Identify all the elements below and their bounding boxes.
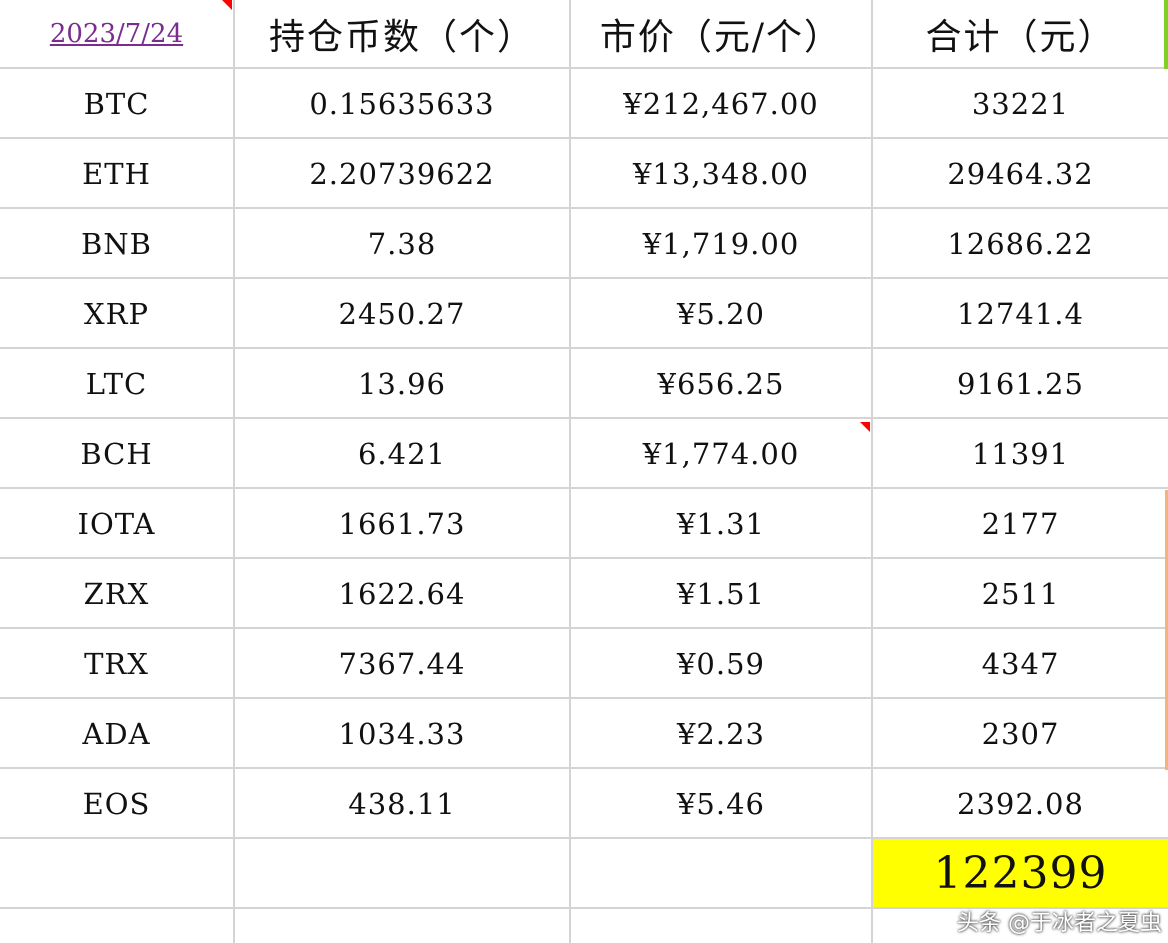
empty-cell[interactable]: [235, 840, 569, 909]
col-header-price[interactable]: 市价（元/个）: [571, 0, 871, 69]
total-cell[interactable]: 12686.22: [873, 210, 1168, 279]
total-cell[interactable]: 2511: [873, 560, 1168, 629]
amount-cell[interactable]: 1661.73: [235, 490, 569, 559]
empty-cell[interactable]: [235, 910, 569, 943]
total-cell[interactable]: 9161.25: [873, 350, 1168, 419]
date-link[interactable]: 2023/7/24: [50, 19, 183, 49]
table-row: BNB 7.38 ¥1,719.00 12686.22: [0, 210, 1168, 280]
coin-cell[interactable]: ADA: [0, 700, 233, 769]
coin-cell[interactable]: EOS: [0, 770, 233, 839]
price-cell[interactable]: ¥1,719.00: [571, 210, 871, 279]
price-cell[interactable]: ¥0.59: [571, 630, 871, 699]
amount-cell[interactable]: 2.20739622: [235, 140, 569, 209]
amount-cell[interactable]: 1034.33: [235, 700, 569, 769]
coin-cell[interactable]: TRX: [0, 630, 233, 699]
total-cell[interactable]: 11391: [873, 420, 1168, 489]
empty-cell[interactable]: [0, 910, 233, 943]
total-cell[interactable]: 33221: [873, 70, 1168, 139]
coin-cell[interactable]: BNB: [0, 210, 233, 279]
col-header-total[interactable]: 合计（元）: [873, 0, 1168, 69]
empty-cell[interactable]: [0, 840, 233, 909]
total-cell[interactable]: 2307: [873, 700, 1168, 769]
total-cell[interactable]: 12741.4: [873, 280, 1168, 349]
price-cell[interactable]: ¥1.31: [571, 490, 871, 559]
amount-cell[interactable]: 0.15635633: [235, 70, 569, 139]
total-cell[interactable]: 2392.08: [873, 770, 1168, 839]
coin-cell[interactable]: LTC: [0, 350, 233, 419]
coin-cell[interactable]: ZRX: [0, 560, 233, 629]
watermark-text: 头条 @于冰者之夏虫: [957, 911, 1162, 936]
column-divider: [233, 0, 235, 943]
total-cell[interactable]: 29464.32: [873, 140, 1168, 209]
col-header-amount[interactable]: 持仓币数（个）: [235, 0, 569, 69]
table-row: XRP 2450.27 ¥5.20 12741.4: [0, 280, 1168, 350]
comment-marker-icon[interactable]: [222, 0, 232, 10]
total-cell[interactable]: 4347: [873, 630, 1168, 699]
table-row: EOS 438.11 ¥5.46 2392.08: [0, 770, 1168, 840]
table-row: ETH 2.20739622 ¥13,348.00 29464.32: [0, 140, 1168, 210]
column-divider: [871, 0, 873, 943]
table-row: BCH 6.421 ¥1,774.00 11391: [0, 420, 1168, 490]
table-row: ZRX 1622.64 ¥1.51 2511: [0, 560, 1168, 630]
price-cell[interactable]: ¥1,774.00: [571, 420, 871, 489]
amount-cell[interactable]: 6.421: [235, 420, 569, 489]
price-cell[interactable]: ¥1.51: [571, 560, 871, 629]
amount-cell[interactable]: 1622.64: [235, 560, 569, 629]
price-cell[interactable]: ¥13,348.00: [571, 140, 871, 209]
header-row: 2023/7/24 持仓币数（个） 市价（元/个） 合计（元）: [0, 0, 1168, 70]
spreadsheet-grid: 2023/7/24 持仓币数（个） 市价（元/个） 合计（元） BTC 0.15…: [0, 0, 1168, 943]
table-row: IOTA 1661.73 ¥1.31 2177: [0, 490, 1168, 560]
grand-total-cell[interactable]: 122399: [873, 839, 1168, 909]
price-cell[interactable]: ¥5.46: [571, 770, 871, 839]
coin-cell[interactable]: IOTA: [0, 490, 233, 559]
coin-cell[interactable]: BCH: [0, 420, 233, 489]
empty-cell[interactable]: [571, 910, 871, 943]
table-row: LTC 13.96 ¥656.25 9161.25: [0, 350, 1168, 420]
price-cell[interactable]: ¥2.23: [571, 700, 871, 769]
amount-cell[interactable]: 7.38: [235, 210, 569, 279]
table-row: BTC 0.15635633 ¥212,467.00 33221: [0, 70, 1168, 140]
amount-cell[interactable]: 2450.27: [235, 280, 569, 349]
total-row: 122399: [0, 839, 1168, 910]
table-row: ADA 1034.33 ¥2.23 2307: [0, 700, 1168, 770]
empty-cell[interactable]: [571, 840, 871, 909]
amount-cell[interactable]: 13.96: [235, 350, 569, 419]
price-cell[interactable]: ¥5.20: [571, 280, 871, 349]
coin-cell[interactable]: XRP: [0, 280, 233, 349]
date-cell[interactable]: 2023/7/24: [0, 0, 233, 69]
comment-marker-icon[interactable]: [860, 422, 870, 432]
selection-edge-indicator: [1164, 0, 1168, 69]
amount-cell[interactable]: 438.11: [235, 770, 569, 839]
total-cell[interactable]: 2177: [873, 490, 1168, 559]
table-row: TRX 7367.44 ¥0.59 4347: [0, 630, 1168, 700]
amount-cell[interactable]: 7367.44: [235, 630, 569, 699]
coin-cell[interactable]: ETH: [0, 140, 233, 209]
coin-cell[interactable]: BTC: [0, 70, 233, 139]
column-divider: [569, 0, 571, 943]
price-cell[interactable]: ¥656.25: [571, 350, 871, 419]
price-cell[interactable]: ¥212,467.00: [571, 70, 871, 139]
